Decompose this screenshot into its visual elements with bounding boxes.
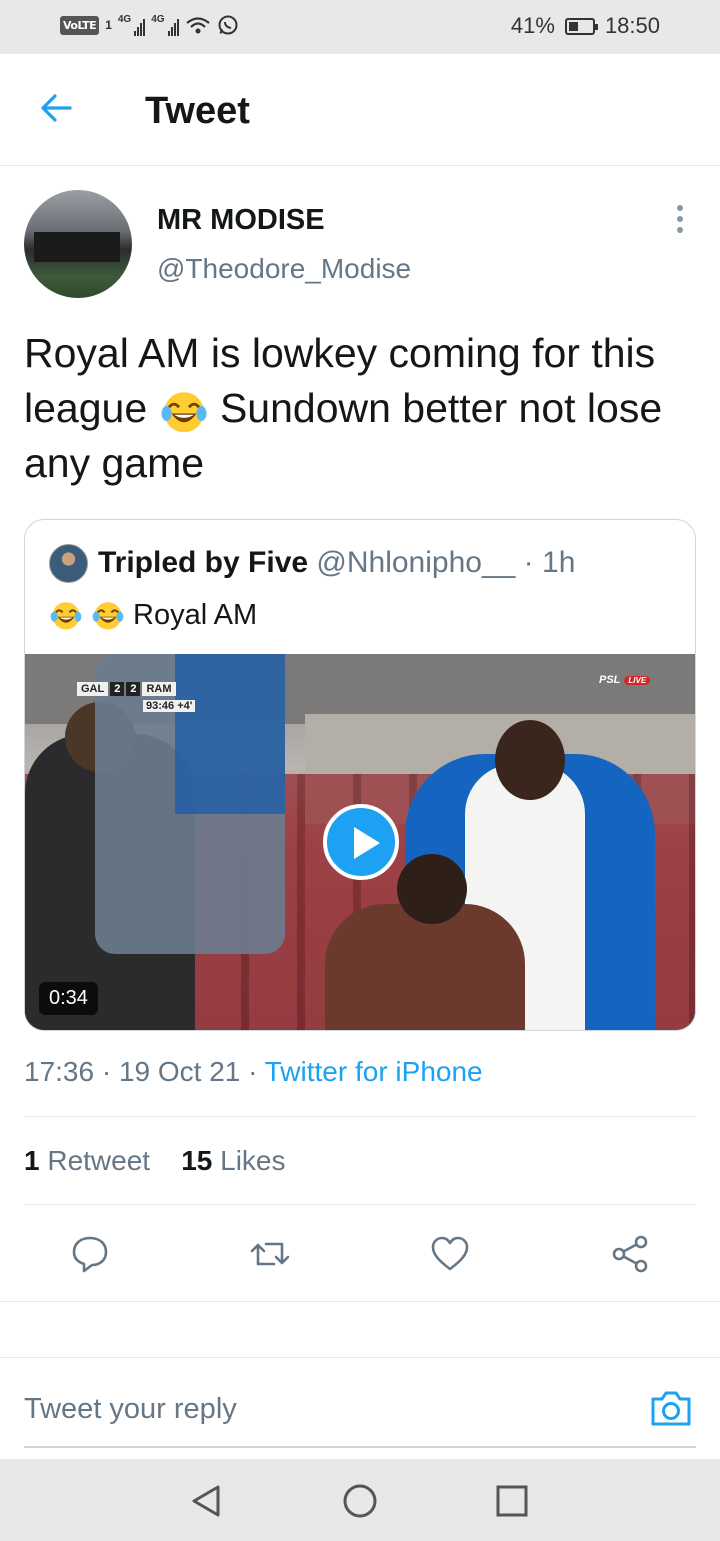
clock: 18:50 (604, 13, 660, 38)
laughing-emoji-icon (49, 598, 83, 632)
avatar-photo-sign (34, 232, 120, 262)
match-clock: 93:46 +4' (143, 700, 196, 712)
avatar[interactable] (24, 190, 132, 298)
quoted-age: · 1h (515, 546, 576, 579)
author-name[interactable]: MR MODISE (157, 204, 325, 237)
system-nav-bar (0, 1459, 720, 1541)
retweets-stat[interactable]: 1 Retweet (24, 1145, 150, 1176)
video-duration: 0:34 (39, 982, 98, 1015)
sim-indicator: 1 (105, 18, 112, 32)
likes-stat[interactable]: 15 Likes (181, 1145, 285, 1176)
quoted-text: Royal AM (49, 598, 257, 632)
wifi-icon (185, 17, 210, 34)
nav-back-icon[interactable] (186, 1481, 226, 1521)
battery-icon (564, 17, 598, 35)
author-handle[interactable]: @Theodore_Modise (157, 253, 411, 285)
status-left: VoLTE 1 4G 4G (60, 14, 239, 36)
like-label: Likes (220, 1145, 286, 1176)
scorebug: GAL 2 2 RAM (77, 682, 176, 696)
tweet-stats: 1 Retweet 15 Likes (24, 1145, 286, 1177)
status-bar: VoLTE 1 4G 4G 41% 18:50 (0, 0, 720, 54)
signal-icon: 4G (117, 14, 146, 36)
network-type-1: 4G (117, 14, 132, 25)
laughing-emoji-icon (159, 386, 209, 436)
quoted-name: Tripled by Five (98, 546, 309, 579)
video-thumbnail[interactable]: GAL 2 2 RAM 93:46 +4' PSL LIVE 0:34 (25, 654, 695, 1030)
nav-home-icon[interactable] (340, 1481, 380, 1521)
nav-recents-icon[interactable] (492, 1481, 532, 1521)
app-header: Tweet (0, 54, 720, 166)
signal-icon-2: 4G (151, 14, 179, 36)
quoted-tweet[interactable]: Tripled by Five @Nhlonipho__ · 1h Royal … (24, 519, 696, 1031)
battery-percent: 41% (510, 13, 555, 38)
like-heart-icon[interactable] (428, 1232, 472, 1276)
score-home-goals: 2 (110, 682, 125, 696)
retweet-count: 1 (24, 1145, 40, 1176)
match-clock-time: 93:46 (146, 700, 175, 712)
match-added-time: +4' (177, 700, 193, 712)
retweet-icon[interactable] (248, 1232, 292, 1276)
laughing-emoji-icon (91, 598, 125, 632)
like-count: 15 (181, 1145, 213, 1176)
quoted-text-label: Royal AM (133, 598, 258, 631)
more-options-icon[interactable] (668, 205, 692, 241)
divider (24, 1116, 696, 1117)
quoted-header: Tripled by Five @Nhlonipho__ · 1h (98, 546, 575, 580)
share-icon[interactable] (608, 1232, 652, 1276)
reply-icon[interactable] (68, 1232, 112, 1276)
divider (0, 1301, 720, 1302)
live-badge: LIVE (624, 676, 651, 685)
tweet-source-link[interactable]: Twitter for iPhone (265, 1056, 483, 1087)
reply-input[interactable]: Tweet your reply (24, 1393, 237, 1426)
score-home-team: GAL (77, 682, 109, 696)
broadcaster-logo: PSL LIVE (599, 674, 651, 686)
score-away-goals: 2 (126, 682, 141, 696)
reply-underline (24, 1446, 696, 1448)
camera-icon[interactable] (648, 1385, 694, 1431)
tweet-text: Royal AM is lowkey coming for this leagu… (24, 326, 704, 491)
tweet-actions (0, 1222, 720, 1286)
divider (0, 1357, 720, 1358)
whatsapp-icon (218, 15, 238, 35)
retweet-label: Retweet (47, 1145, 151, 1176)
tweet-timestamp: 17:36 · 19 Oct 21 · (24, 1056, 265, 1087)
status-right: 41% 18:50 (511, 13, 660, 39)
network-type-2: 4G (151, 14, 165, 25)
volte-badge: VoLTE (60, 15, 100, 35)
broadcaster-name: PSL (599, 674, 621, 686)
page-title: Tweet (145, 90, 250, 132)
quoted-avatar[interactable] (49, 544, 88, 583)
arrow-left-icon[interactable] (36, 88, 76, 128)
tweet-meta: 17:36 · 19 Oct 21 · Twitter for iPhone (24, 1056, 483, 1088)
score-away-team: RAM (142, 682, 176, 696)
divider (24, 1204, 696, 1205)
quoted-handle: @Nhlonipho__ (316, 546, 516, 579)
play-icon[interactable] (323, 804, 399, 880)
